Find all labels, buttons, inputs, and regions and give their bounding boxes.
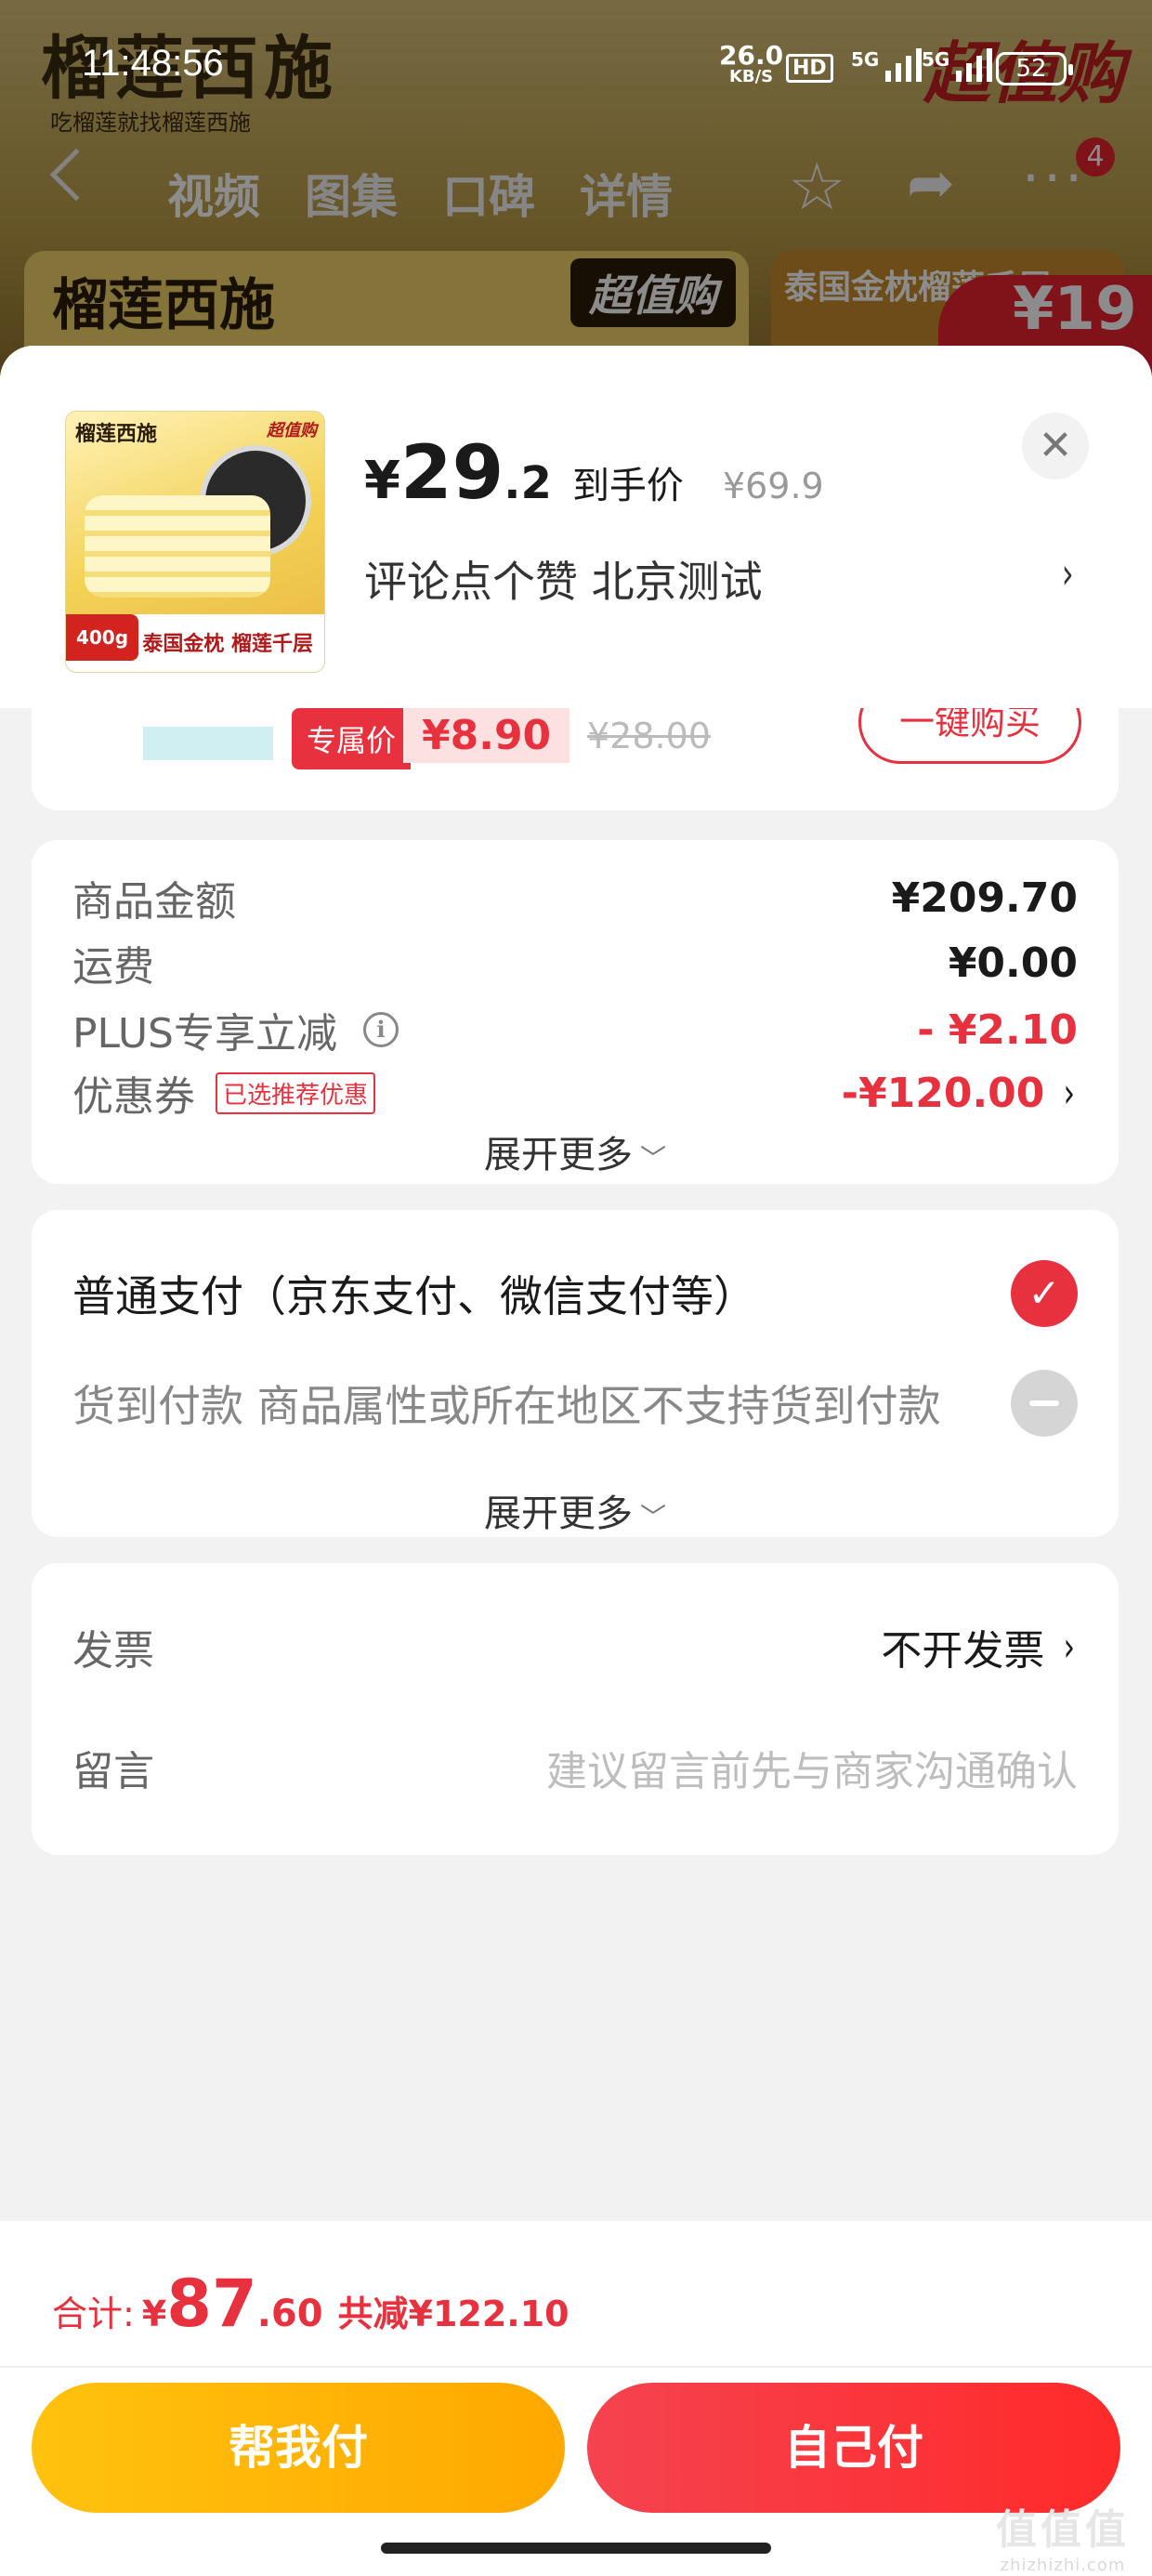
plus-discount: - ¥2.10 xyxy=(917,1005,1078,1054)
recommend-old-price: ¥28.00 xyxy=(587,716,711,756)
shipping-row: 运费 ¥0.00 xyxy=(72,939,1078,992)
goods-amount: ¥209.70 xyxy=(891,874,1078,922)
product-thumbnail: 榴莲西施 超值购 泰国金枕 榴莲千层 400g xyxy=(65,411,325,673)
exclusive-price-tag: 专属价 xyxy=(292,708,412,769)
extras-card: 发票 不开发票 › 留言 建议留言前先与商家沟通确认 xyxy=(32,1563,1119,1855)
checkout-bottom-bar: 合计: ¥ 87 .60 共减¥122.10 帮我付 自己付 值值值 zhizh… xyxy=(0,2221,1152,2576)
info-icon[interactable]: i xyxy=(363,1012,399,1047)
signal-icon-2: 5G xyxy=(922,48,993,82)
payment-option-normal[interactable]: 普通支付（京东支付、微信支付等） ✓ xyxy=(72,1260,1078,1327)
shipping-fee: ¥0.00 xyxy=(948,939,1078,987)
message-row[interactable]: 留言 建议留言前先与商家沟通确认 xyxy=(72,1738,1078,1797)
exclusive-price: ¥8.90 xyxy=(403,708,570,763)
coupon-discount: -¥120.00 xyxy=(841,1069,1045,1117)
order-total: 合计: ¥ 87 .60 共减¥122.10 xyxy=(52,2266,569,2342)
network-speed: 26.0 KB/S xyxy=(719,40,784,86)
payment-option-cod: 货到付款 商品属性或所在地区不支持货到付款 xyxy=(72,1370,1078,1437)
clock: 11:48:56 xyxy=(82,43,224,84)
recommend-item-image xyxy=(143,727,273,760)
expand-more-button[interactable]: 展开更多 ﹀ xyxy=(32,1124,1119,1178)
self-pay-button[interactable]: 自己付 xyxy=(587,2383,1120,2513)
chevron-down-icon: ﹀ xyxy=(639,1502,666,1532)
final-price: ¥ 29 .2 到手价 ¥69.9 xyxy=(364,429,824,516)
invoice-row[interactable]: 发票 不开发票 › xyxy=(72,1617,1078,1676)
watermark: 值值值 zhizhizhi.com xyxy=(996,2506,1130,2575)
expand-more-button[interactable]: 展开更多 ﹀ xyxy=(32,1483,1119,1537)
product-note[interactable]: 评论点个赞 北京测试 xyxy=(364,548,763,610)
home-indicator[interactable] xyxy=(381,2543,771,2554)
coupon-row[interactable]: 优惠券 已选推荐优惠 -¥120.00 › xyxy=(72,1063,1078,1123)
invoice-value: 不开发票 xyxy=(881,1627,1045,1675)
chevron-down-icon: ﹀ xyxy=(639,1143,666,1174)
battery-icon: 52 xyxy=(996,52,1073,85)
divider xyxy=(0,2366,1152,2368)
final-price-label: 到手价 xyxy=(571,465,684,507)
message-input[interactable]: 建议留言前先与商家沟通确认 xyxy=(546,1738,1078,1797)
plus-discount-row: PLUS专享立减 i - ¥2.10 xyxy=(72,1005,1078,1058)
close-icon[interactable]: ✕ xyxy=(1022,413,1089,480)
chevron-right-icon[interactable]: › xyxy=(1062,548,1074,598)
hd-icon: HD xyxy=(786,54,833,83)
total-saved: 共减¥122.10 xyxy=(337,2293,569,2334)
chevron-right-icon[interactable]: › xyxy=(1064,1070,1075,1117)
goods-amount-row: 商品金额 ¥209.70 xyxy=(72,874,1078,927)
help-pay-button[interactable]: 帮我付 xyxy=(32,2383,565,2513)
product-header: 榴莲西施 超值购 泰国金枕 榴莲千层 400g ¥ 29 .2 到手价 ¥69.… xyxy=(0,346,1152,708)
checked-icon[interactable]: ✓ xyxy=(1011,1260,1078,1327)
original-price: ¥69.9 xyxy=(722,466,824,506)
status-bar: 11:48:56 26.0 KB/S HD 5G 5G 52 xyxy=(0,0,1152,130)
chevron-right-icon[interactable]: › xyxy=(1064,1623,1075,1671)
price-summary-card: 商品金额 ¥209.70 运费 ¥0.00 PLUS专享立减 i - ¥2.10… xyxy=(32,840,1119,1184)
payment-method-card: 普通支付（京东支付、微信支付等） ✓ 货到付款 商品属性或所在地区不支持货到付款… xyxy=(32,1210,1119,1537)
disabled-icon xyxy=(1011,1370,1078,1437)
coupon-badge: 已选推荐优惠 xyxy=(216,1071,376,1114)
signal-icon: 5G xyxy=(851,48,923,82)
